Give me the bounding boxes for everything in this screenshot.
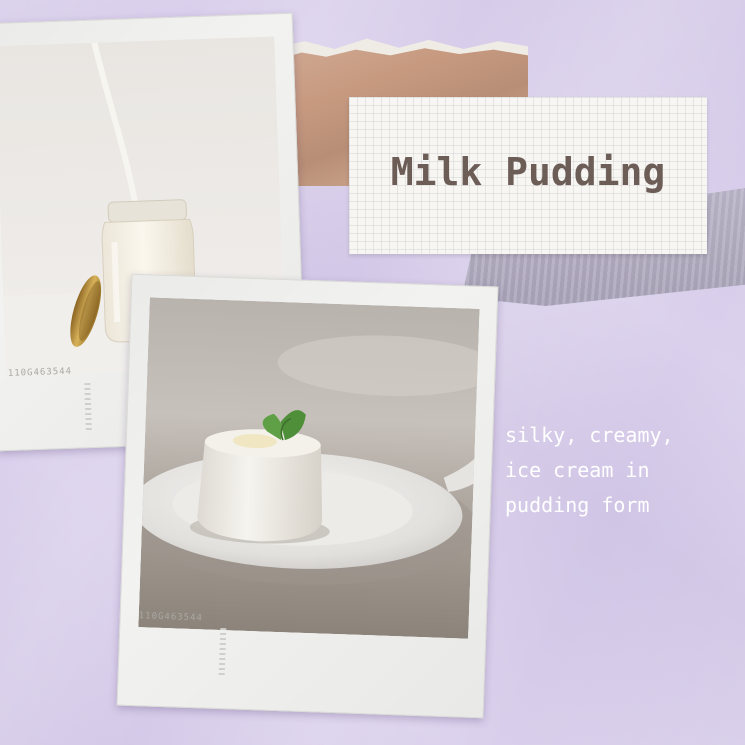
film-frame-mark	[84, 383, 92, 432]
page-title: Milk Pudding	[390, 149, 666, 194]
tagline: silky, creamy, ice cream in pudding form	[505, 418, 740, 523]
tagline-line: ice cream in	[505, 458, 650, 482]
tagline-line: silky, creamy,	[505, 423, 674, 447]
film-code-label: 110G463544	[7, 366, 73, 379]
milk-pudding-image	[138, 297, 480, 639]
pudding-photo	[138, 297, 480, 639]
film-frame-mark	[218, 628, 227, 677]
tagline-line: pudding form	[505, 493, 650, 517]
title-card: Milk Pudding	[349, 97, 707, 254]
polaroid-frame-pudding: 110G463544	[116, 273, 499, 719]
